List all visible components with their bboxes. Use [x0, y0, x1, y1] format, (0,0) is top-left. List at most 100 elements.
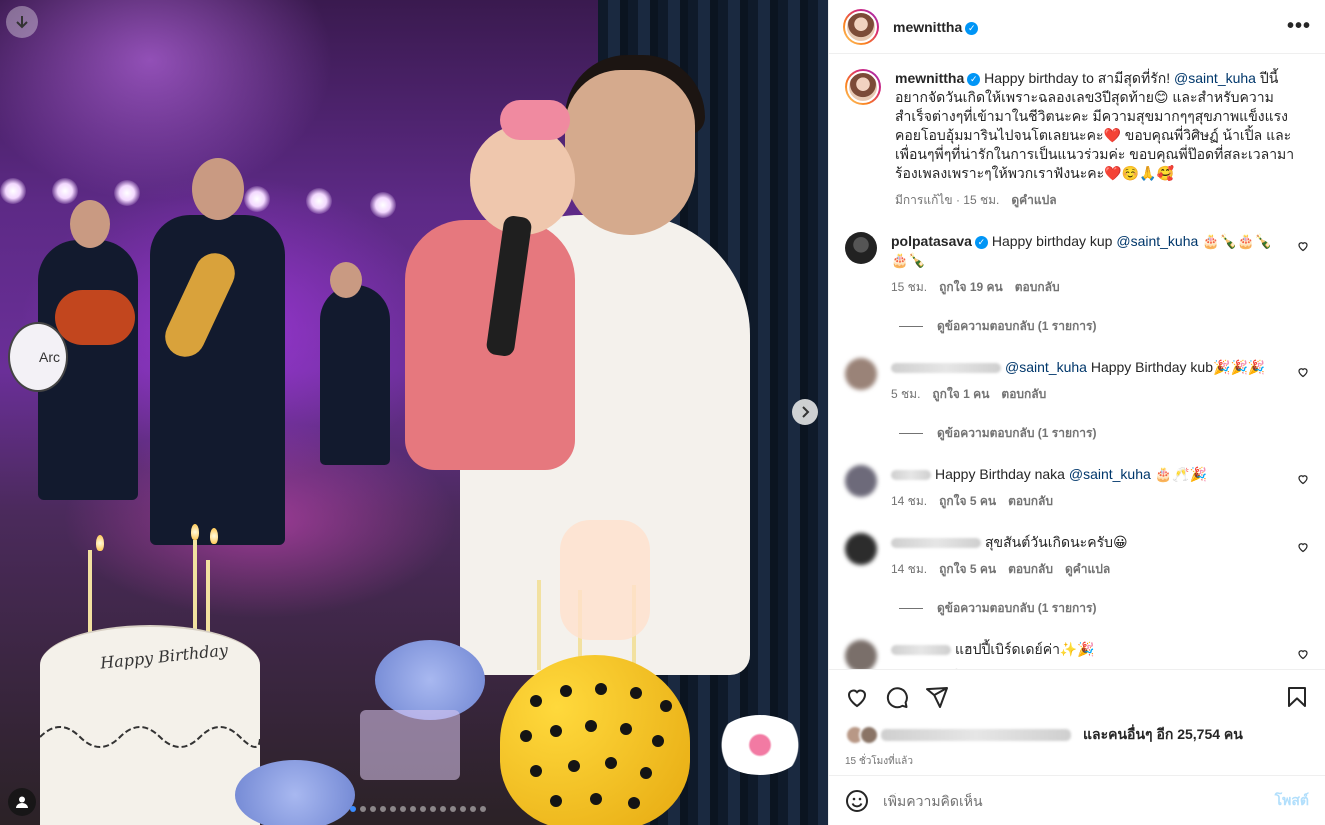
username-blurred[interactable]	[891, 470, 931, 481]
comment-username[interactable]: polpatasava	[891, 233, 972, 249]
heart-icon[interactable]	[845, 685, 869, 709]
reply-button[interactable]: ตอบกลับ	[1001, 385, 1046, 404]
emoji-icon[interactable]	[845, 789, 869, 813]
comment-input[interactable]	[883, 792, 1261, 809]
download-icon[interactable]	[6, 6, 38, 38]
chevron-right-icon[interactable]	[792, 399, 818, 425]
post-comment-button[interactable]: โพสต์	[1275, 790, 1309, 812]
comment-meta: 15 ชม. ถูกใจ 19 คน ตอบกลับ	[891, 278, 1279, 297]
stage-light	[370, 192, 396, 218]
text-segment: สุขสันต์วันเกิดนะครับ😀	[985, 534, 1128, 550]
comment-likes[interactable]: ถูกใจ 5 คน	[939, 560, 996, 579]
mention-link[interactable]: @saint_kuha	[1174, 70, 1256, 86]
gerbera-flower	[715, 715, 805, 775]
text-segment: 🎂🥂🎉	[1150, 466, 1207, 482]
post-time: 15 ชั่วโมงที่แล้ว	[845, 756, 913, 767]
guitarist-head	[70, 200, 110, 248]
carousel-dot	[410, 806, 416, 812]
username-blurred[interactable]	[891, 363, 1001, 374]
comment-likes[interactable]: ถูกใจ 19 คน	[939, 278, 1003, 297]
avatar[interactable]	[845, 358, 877, 390]
comment: แฮปปี้เบิร์ดเดย์ค่า✨🎉15 ชม.ถูกใจ 4 คนตอบ…	[845, 640, 1309, 669]
comment-icon[interactable]	[885, 685, 909, 709]
caption-username[interactable]: mewnittha	[895, 70, 964, 86]
verified-icon: ✓	[974, 236, 988, 249]
view-replies-button[interactable]: ดูข้อความตอบกลับ (1 รายการ)	[899, 317, 1309, 336]
mention-link[interactable]: @saint_kuha	[1116, 233, 1198, 249]
add-comment-bar: โพสต์	[829, 775, 1325, 825]
header-username[interactable]: mewnittha	[893, 19, 962, 35]
carousel-dot	[440, 806, 446, 812]
view-replies-button[interactable]: ดูข้อความตอบกลับ (1 รายการ)	[899, 599, 1309, 618]
avatar[interactable]	[845, 465, 877, 497]
text-segment: แฮปปี้เบิร์ดเดย์ค่า✨🎉	[955, 641, 1095, 657]
bookmark-icon[interactable]	[1285, 685, 1309, 709]
comment-list: polpatasava ✓ Happy birthday kup @saint_k…	[845, 232, 1309, 669]
comment: polpatasava ✓ Happy birthday kup @saint_k…	[845, 232, 1309, 297]
comment-text: @saint_kuha Happy Birthday kub🎉🎉🎉	[891, 358, 1279, 377]
view-replies-button[interactable]: ดูข้อความตอบกลับ (1 รายการ)	[899, 424, 1309, 443]
share-icon[interactable]	[925, 685, 949, 709]
comment-meta: 5 ชม. ถูกใจ 1 คน ตอบกลับ	[891, 385, 1279, 404]
reply-button[interactable]: ตอบกลับ	[1008, 492, 1053, 511]
post-side-panel: mewnittha ✓ ••• mewnittha ✓ Happy birthday…	[828, 0, 1325, 825]
saxophonist-head	[192, 158, 244, 220]
carousel-dot	[350, 806, 356, 812]
avatar[interactable]	[843, 8, 879, 45]
comment-like-icon[interactable]	[1297, 240, 1309, 255]
stage-light	[244, 186, 270, 212]
comment-likes[interactable]: ถูกใจ 1 คน	[932, 385, 989, 404]
translate-link[interactable]: ดูคำแปล	[1011, 191, 1056, 210]
comment-meta: 14 ชม. ถูกใจ 5 คน ตอบกลับ ดูคำแปล	[891, 560, 1279, 579]
replies-divider	[899, 433, 923, 434]
comment-like-icon[interactable]	[1297, 366, 1309, 381]
hydrangea-flowers	[375, 640, 485, 720]
guitar	[55, 290, 135, 345]
yellow-pumpkin-cake	[500, 655, 690, 825]
caption-time: 15 ชม.	[963, 193, 1000, 207]
flower-vase	[360, 710, 460, 780]
candle-flame	[191, 524, 199, 540]
reply-button[interactable]: ตอบกลับ	[1008, 560, 1053, 579]
text-segment: Happy Birthday kub🎉🎉🎉	[1086, 359, 1266, 375]
verified-icon: ✓	[965, 21, 979, 35]
replies-divider	[899, 326, 923, 327]
reply-button[interactable]: ตอบกลับ	[1015, 278, 1060, 297]
view-replies-label: ดูข้อความตอบกลับ (1 รายการ)	[937, 319, 1097, 333]
avatar[interactable]	[845, 232, 877, 264]
hydrangea-flowers	[235, 760, 355, 825]
text-segment: Happy birthday kup	[991, 233, 1117, 249]
username-blurred[interactable]	[891, 538, 981, 549]
user-tag-icon[interactable]	[8, 788, 36, 816]
mention-link[interactable]: @saint_kuha	[1069, 466, 1151, 482]
avatar[interactable]	[845, 533, 877, 565]
comment-text: polpatasava ✓ Happy birthday kup @saint_k…	[891, 232, 1279, 270]
avatar[interactable]	[845, 640, 877, 669]
comment-like-icon[interactable]	[1297, 473, 1309, 488]
post-photo[interactable]: Arc Happy Birthday	[0, 0, 828, 825]
likes-summary[interactable]: และคนอื่นๆ อีก 25,754 คน	[845, 724, 1309, 746]
stage-light	[306, 188, 332, 214]
avatar[interactable]	[845, 69, 881, 105]
more-options-icon[interactable]: •••	[1287, 15, 1311, 38]
comment-text: Happy Birthday naka @saint_kuha 🎂🥂🎉	[891, 465, 1279, 484]
comment-like-icon[interactable]	[1297, 541, 1309, 556]
comment-meta: 14 ชม. ถูกใจ 5 คน ตอบกลับ	[891, 492, 1279, 511]
comment-likes[interactable]: ถูกใจ 5 คน	[939, 492, 996, 511]
liker-name-blurred	[881, 729, 1071, 741]
stage-light	[0, 178, 26, 204]
comment-text: สุขสันต์วันเกิดนะครับ😀	[891, 533, 1279, 552]
comment: สุขสันต์วันเกิดนะครับ😀 14 ชม. ถูกใจ 5 คน ตอ…	[845, 533, 1309, 579]
username-blurred[interactable]	[891, 645, 951, 656]
post-actions: และคนอื่นๆ อีก 25,754 คน 15 ชั่วโมงที่แล…	[829, 669, 1325, 789]
candle	[88, 550, 92, 640]
mention-link[interactable]: @saint_kuha	[1005, 359, 1087, 375]
candle	[193, 540, 197, 630]
comment-like-icon[interactable]	[1297, 648, 1309, 663]
text-segment: Happy Birthday naka	[935, 466, 1069, 482]
carousel-dot	[430, 806, 436, 812]
translate-link[interactable]: ดูคำแปล	[1065, 560, 1110, 579]
liker-avatars	[845, 725, 879, 745]
comment-time: 14 ชม.	[891, 562, 928, 576]
cake-squiggle	[40, 726, 260, 748]
